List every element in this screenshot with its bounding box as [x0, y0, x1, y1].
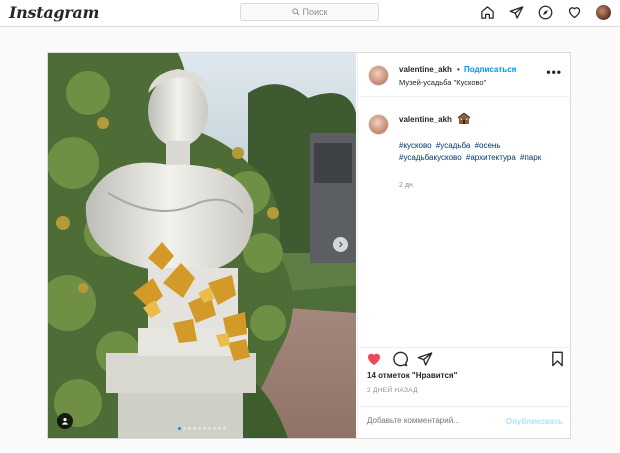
- post-actions: [358, 347, 572, 373]
- post-card: valentine_akh • Подписаться Музей-усадьб…: [47, 52, 572, 439]
- post-sidebar: valentine_akh • Подписаться Музей-усадьб…: [357, 53, 572, 438]
- carousel-dot: [193, 427, 196, 430]
- caption-hashtags: #кусково #усадьба #осень #усадьбакусково…: [399, 140, 549, 164]
- haunted-house-emoji-icon: [458, 113, 470, 124]
- author-username[interactable]: valentine_akh: [399, 65, 452, 74]
- caption-avatar[interactable]: [368, 114, 389, 135]
- carousel-dot: [188, 427, 191, 430]
- home-icon[interactable]: [479, 4, 496, 21]
- comment-input[interactable]: [367, 416, 487, 425]
- post-timestamp: 2 ДНЕЙ НАЗАД: [367, 387, 418, 394]
- post-location[interactable]: Музей-усадьба "Кусково": [399, 78, 486, 87]
- save-button[interactable]: [548, 350, 566, 368]
- share-icon: [417, 352, 433, 366]
- caption-username[interactable]: valentine_akh: [399, 115, 452, 124]
- share-button[interactable]: [416, 350, 434, 368]
- author-avatar[interactable]: [368, 65, 389, 86]
- post-header: valentine_akh • Подписаться Музей-усадьб…: [358, 53, 572, 97]
- header-separator: •: [457, 65, 460, 74]
- carousel-dot: [208, 427, 211, 430]
- user-icon: [61, 417, 69, 425]
- profile-avatar[interactable]: [595, 4, 612, 21]
- like-button[interactable]: [365, 350, 383, 368]
- comment-button[interactable]: [391, 350, 409, 368]
- carousel-dot: [178, 427, 181, 430]
- hashtag-link[interactable]: #усадьба: [436, 141, 471, 150]
- carousel-dot: [183, 427, 186, 430]
- heart-filled-icon: [368, 353, 380, 365]
- activity-heart-icon[interactable]: [566, 4, 583, 21]
- direct-icon[interactable]: [508, 4, 525, 21]
- publish-button[interactable]: Опубликовать: [506, 417, 563, 426]
- carousel-next-button[interactable]: [333, 237, 348, 252]
- follow-button[interactable]: Подписаться: [464, 65, 516, 74]
- carousel-indicator: [48, 427, 356, 430]
- post-photo[interactable]: [48, 53, 356, 438]
- search-icon: [291, 8, 300, 16]
- hashtag-link[interactable]: #архитектура: [466, 153, 516, 162]
- search-placeholder: Поиск: [302, 7, 328, 17]
- hashtag-link[interactable]: #усадьбакусково: [399, 153, 462, 162]
- carousel-dot: [223, 427, 226, 430]
- carousel-dot: [203, 427, 206, 430]
- photo-scene: [48, 53, 356, 438]
- explore-icon[interactable]: [537, 4, 554, 21]
- hashtag-link[interactable]: #кусково: [399, 141, 432, 150]
- bookmark-icon: [551, 351, 563, 367]
- like-count[interactable]: 14 отметок "Нравится": [367, 371, 457, 380]
- hashtag-link[interactable]: #осень: [475, 141, 501, 150]
- top-navigation-bar: Instagram Поиск: [0, 0, 620, 27]
- carousel-dot: [213, 427, 216, 430]
- hashtag-link[interactable]: #парк: [520, 153, 541, 162]
- carousel-dot: [198, 427, 201, 430]
- search-box[interactable]: Поиск: [240, 3, 379, 21]
- chevron-right-icon: [339, 241, 343, 248]
- more-options-icon[interactable]: •••: [546, 66, 562, 78]
- comment-icon: [393, 351, 408, 367]
- comment-form: Опубликовать: [358, 406, 572, 438]
- caption-time: 2 дн.: [399, 182, 415, 189]
- instagram-logo[interactable]: Instagram: [9, 3, 99, 22]
- carousel-dot: [218, 427, 221, 430]
- nav-icons: [479, 3, 612, 21]
